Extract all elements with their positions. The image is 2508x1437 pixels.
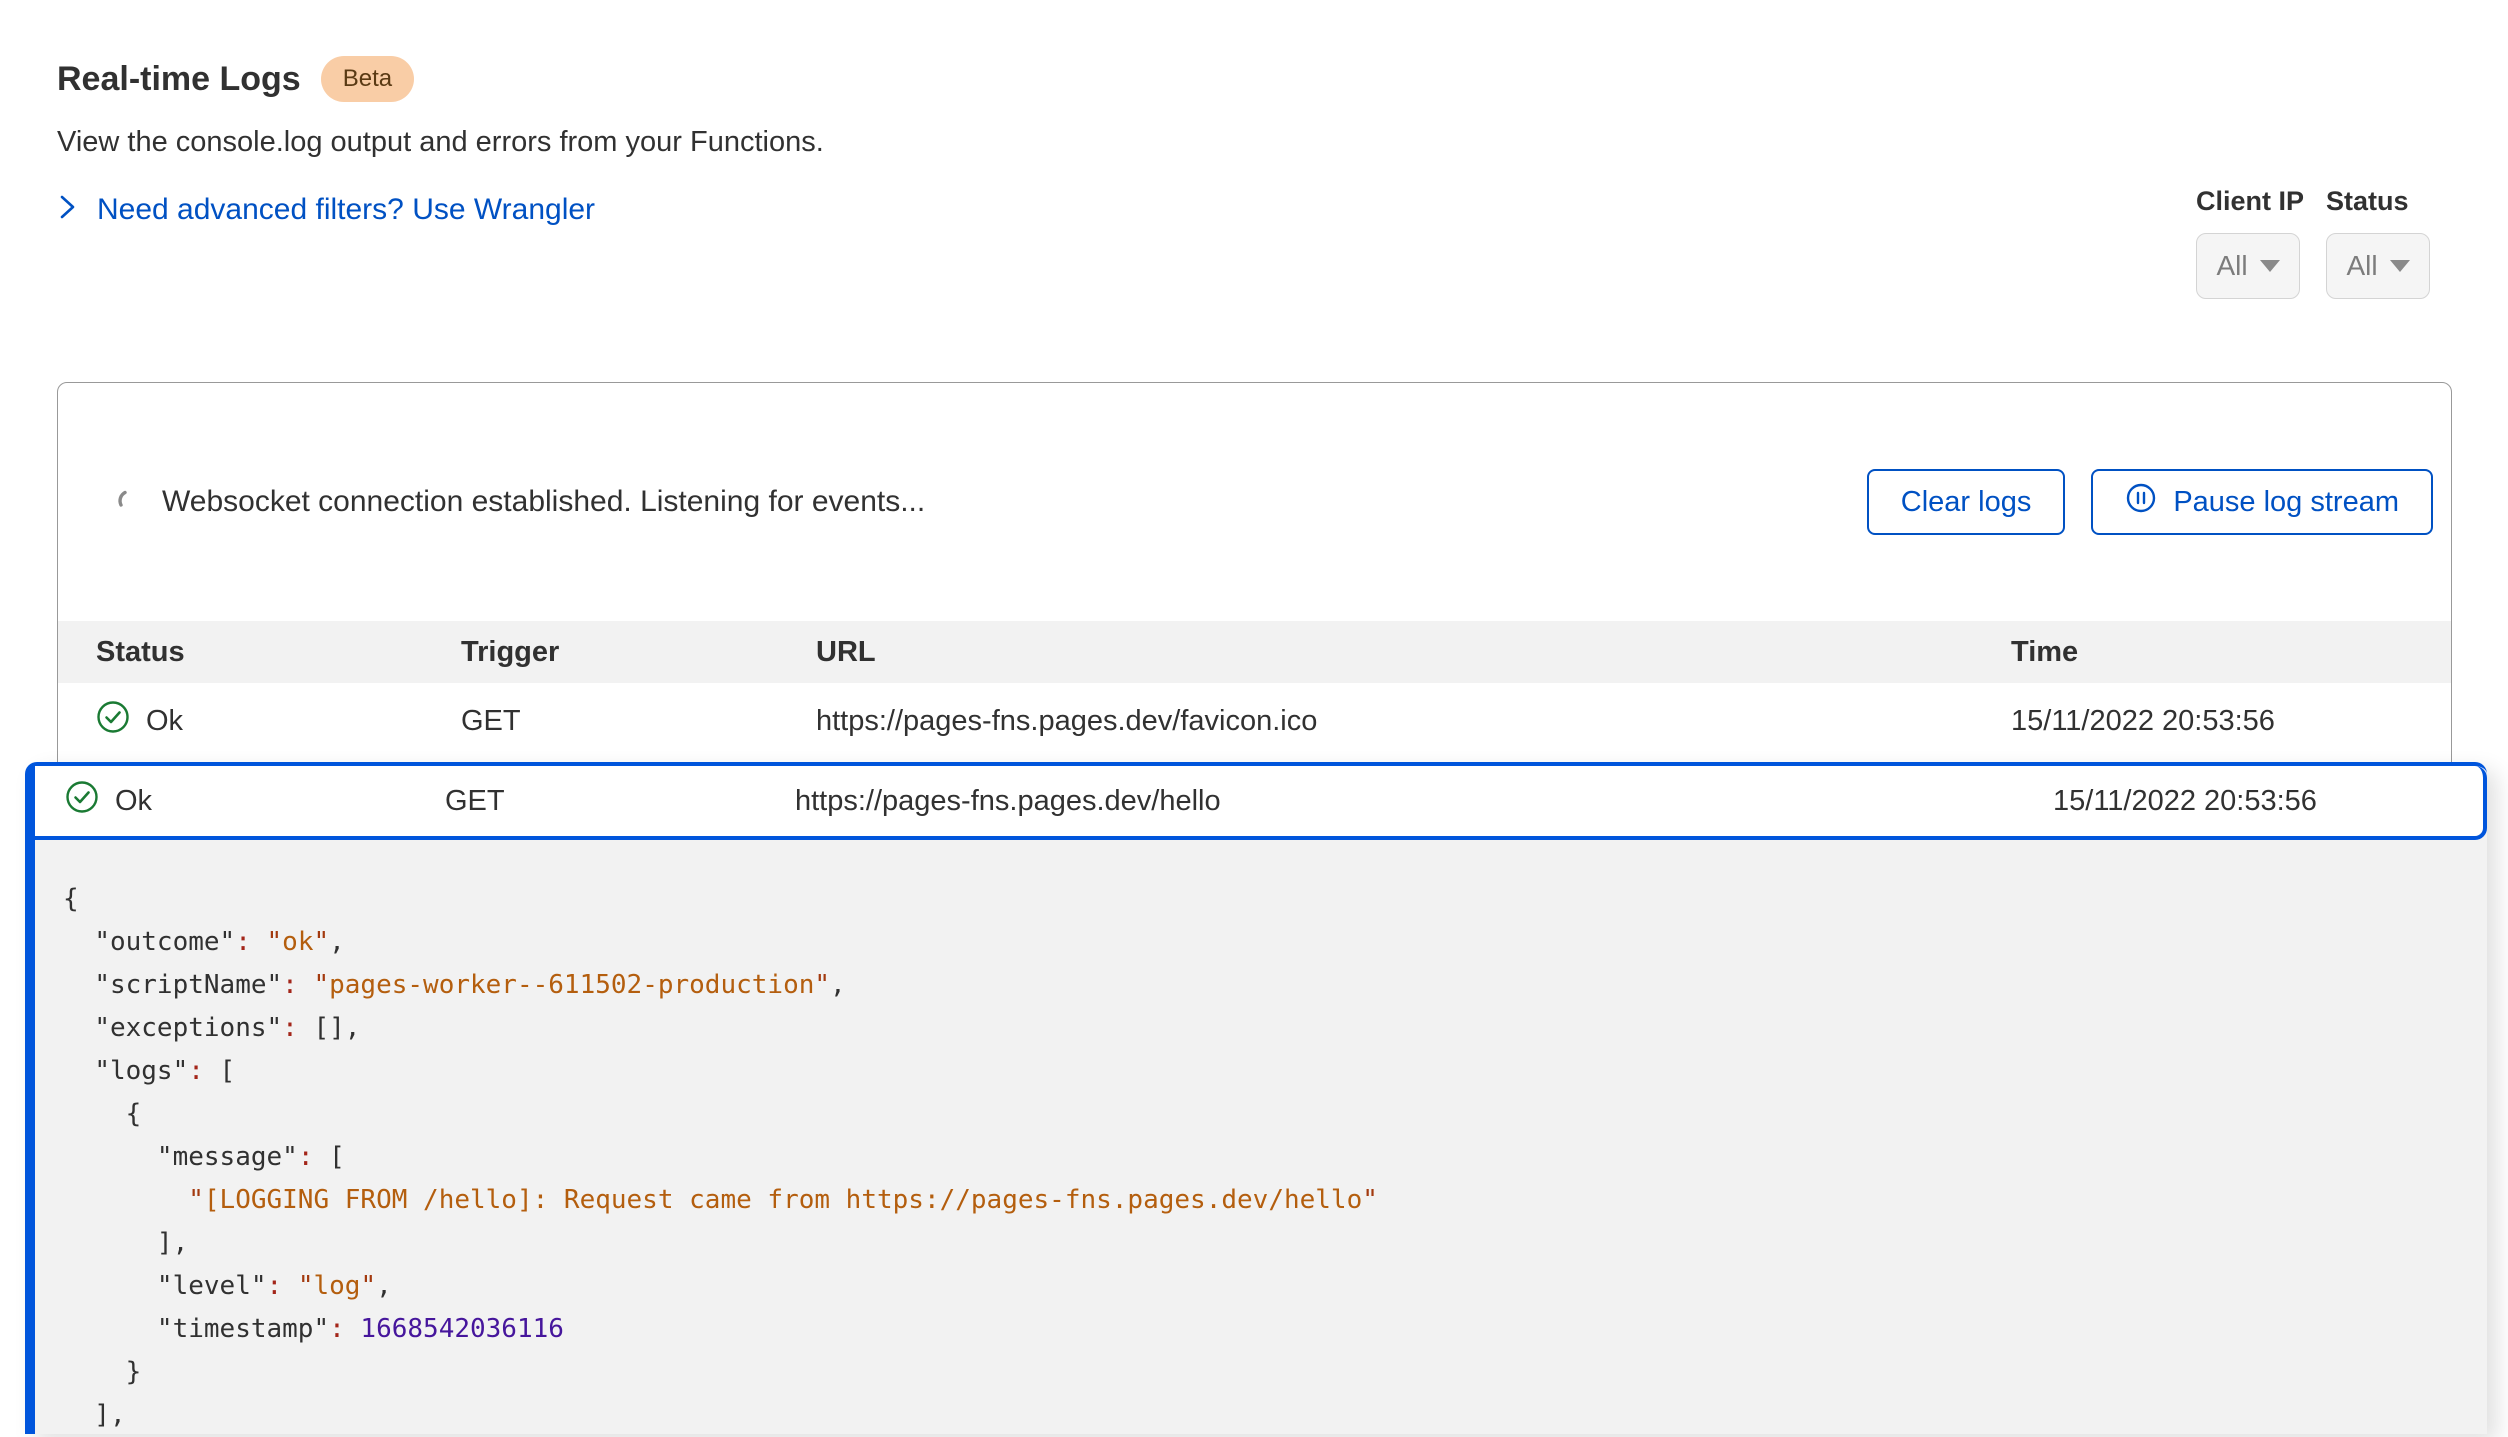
websocket-status-text: Websocket connection established. Listen… (162, 485, 925, 519)
pause-log-stream-label: Pause log stream (2173, 486, 2399, 519)
caret-down-icon (2390, 260, 2410, 272)
code-line: "scriptName": "pages-worker--611502-prod… (63, 964, 2487, 1007)
code-line: "level": "log", (63, 1265, 2487, 1308)
row-status: Ok (115, 785, 152, 818)
code-line: "logs": [ (63, 1050, 2487, 1093)
code-line: { (63, 878, 2487, 921)
table-row[interactable]: Ok GET https://pages-fns.pages.dev/favic… (58, 683, 2451, 759)
column-header-trigger: Trigger (461, 636, 816, 669)
client-ip-dropdown[interactable]: All (2196, 233, 2300, 299)
code-line: "[LOGGING FROM /hello]: Request came fro… (63, 1179, 2487, 1222)
row-status: Ok (146, 705, 183, 738)
column-header-url: URL (816, 636, 2011, 669)
status-dropdown[interactable]: All (2326, 233, 2430, 299)
code-line: { (63, 1093, 2487, 1136)
row-url: https://pages-fns.pages.dev/favicon.ico (816, 705, 2011, 738)
log-detail-panel: { "outcome": "ok", "scriptName": "pages-… (35, 840, 2487, 1437)
status-dropdown-value: All (2346, 250, 2377, 282)
clear-logs-label: Clear logs (1901, 486, 2032, 519)
column-header-time: Time (2011, 636, 2431, 669)
check-circle-icon (96, 700, 130, 742)
chevron-right-icon (57, 191, 79, 228)
client-ip-filter-label: Client IP (2196, 186, 2304, 217)
clear-logs-button[interactable]: Clear logs (1867, 469, 2066, 535)
code-line: ], (63, 1394, 2487, 1437)
row-trigger: GET (461, 705, 816, 738)
page-title: Real-time Logs (57, 60, 301, 99)
row-url: https://pages-fns.pages.dev/hello (795, 785, 2053, 818)
code-line: "exceptions": [], (63, 1007, 2487, 1050)
filters: Client IP All Status All (2196, 186, 2430, 299)
code-line: "message": [ (63, 1136, 2487, 1179)
row-trigger: GET (445, 785, 795, 818)
check-circle-icon (65, 780, 99, 822)
pause-circle-icon (2125, 482, 2157, 522)
page-subtitle: View the console.log output and errors f… (57, 126, 824, 159)
code-line: } (63, 1351, 2487, 1394)
spinner-icon (116, 488, 140, 517)
pause-log-stream-button[interactable]: Pause log stream (2091, 469, 2433, 535)
wrangler-link[interactable]: Need advanced filters? Use Wrangler (97, 193, 595, 227)
log-table-header: Status Trigger URL Time (58, 621, 2451, 683)
column-header-status: Status (96, 636, 461, 669)
code-line: "outcome": "ok", (63, 921, 2487, 964)
status-filter-label: Status (2326, 186, 2430, 217)
expanded-log-row[interactable]: Ok GET https://pages-fns.pages.dev/hello… (35, 766, 2487, 840)
row-time: 15/11/2022 20:53:56 (2011, 705, 2431, 738)
caret-down-icon (2260, 260, 2280, 272)
page-header: Real-time Logs Beta View the console.log… (57, 56, 824, 228)
client-ip-dropdown-value: All (2216, 250, 2247, 282)
code-line: ], (63, 1222, 2487, 1265)
beta-badge: Beta (321, 56, 414, 102)
code-line: "timestamp": 1668542036116 (63, 1308, 2487, 1351)
row-time: 15/11/2022 20:53:56 (2053, 785, 2483, 818)
expanded-log-entry: Ok GET https://pages-fns.pages.dev/hello… (25, 762, 2487, 1434)
